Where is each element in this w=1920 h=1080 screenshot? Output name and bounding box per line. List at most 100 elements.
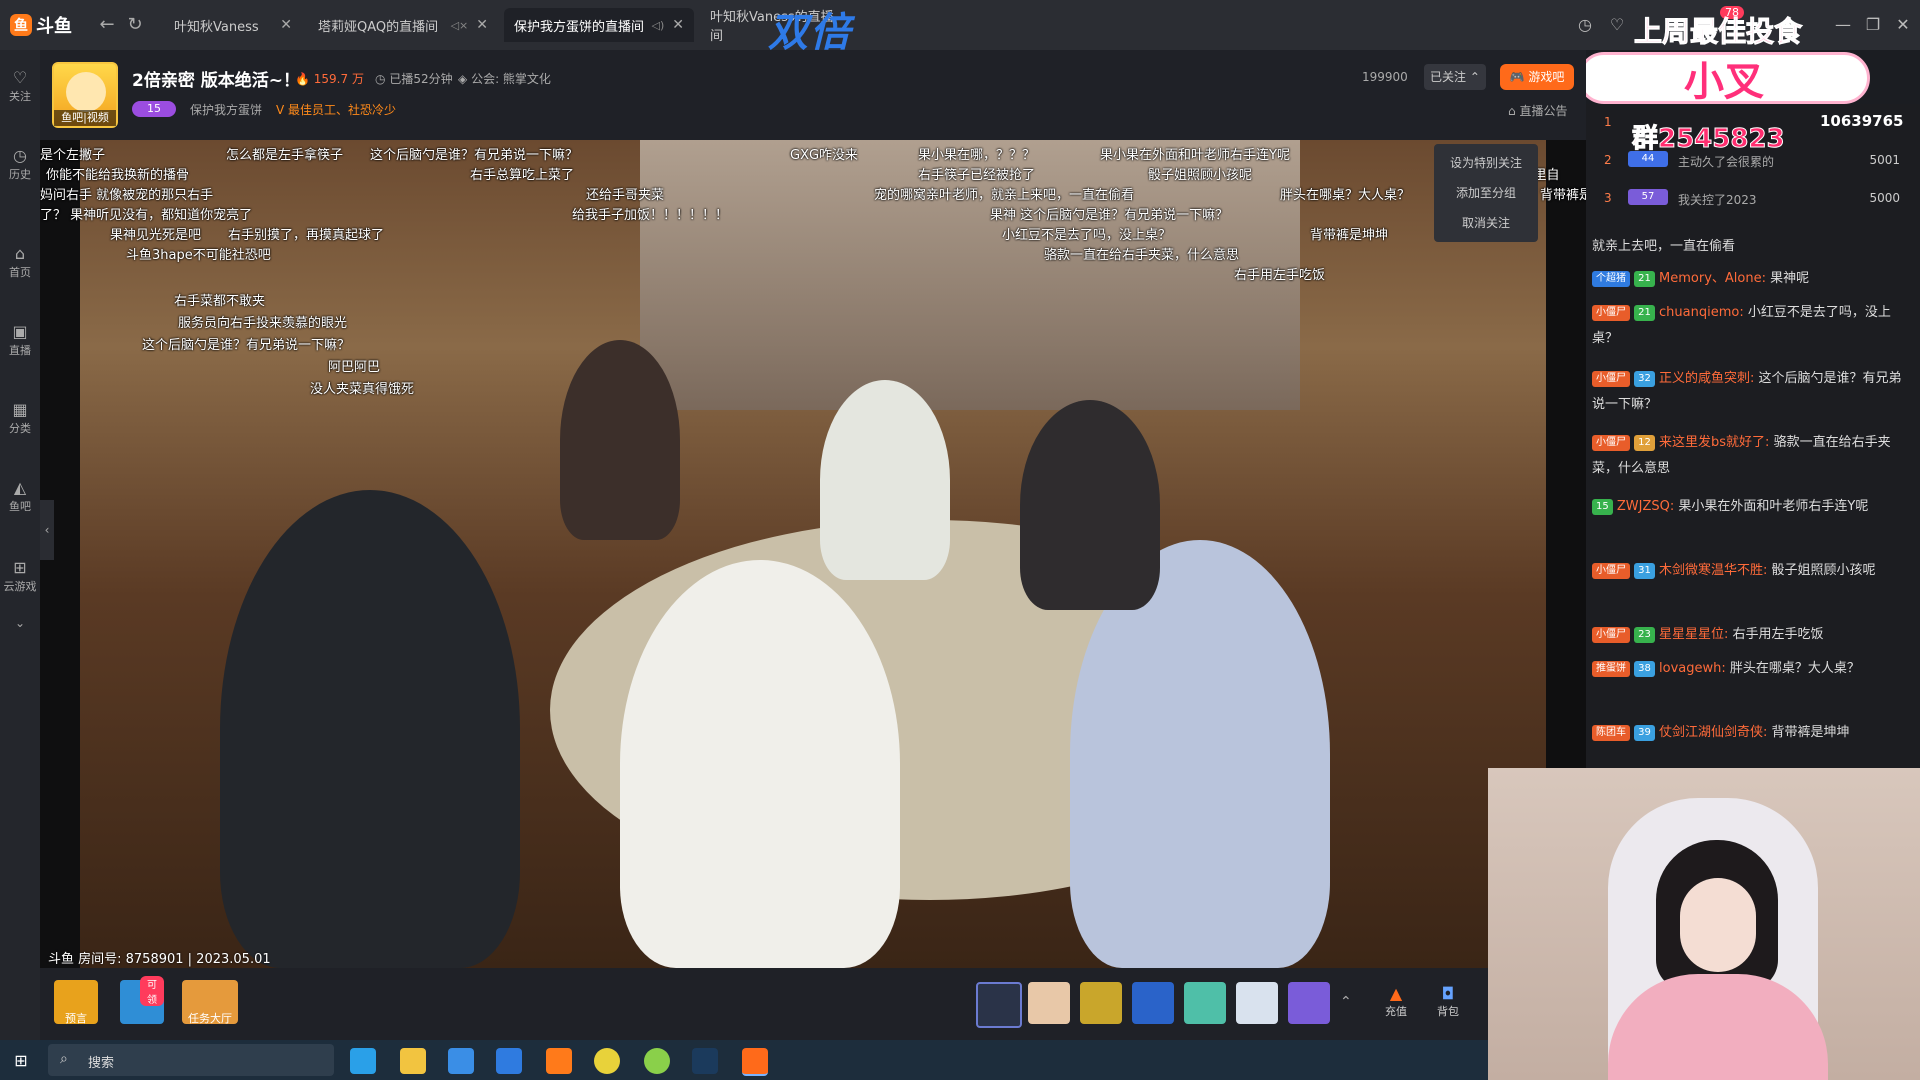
guild-info[interactable]: ◈ 公会: 熊掌文化 [458, 70, 551, 87]
file-explorer-icon[interactable] [400, 1048, 426, 1074]
history-icon[interactable]: ◷ [1574, 14, 1596, 36]
gift-item[interactable] [976, 982, 1022, 1028]
sidebar-item-label: 鱼吧 [9, 500, 31, 513]
menu-item-special-follow[interactable]: 设为特别关注 [1434, 148, 1538, 178]
fan-badge[interactable]: 小僵尸 [1592, 562, 1630, 579]
rank-number: 3 [1604, 191, 1612, 205]
username[interactable]: chuanqiemo: [1659, 305, 1744, 320]
username[interactable]: 仗剑江湖仙剑奇侠: [1659, 725, 1767, 740]
close-icon[interactable]: ✕ [476, 17, 488, 33]
danmaku-item: 宠的哪窝亲叶老师，就亲上来吧，一直在偷看 [874, 188, 1135, 203]
taskbar-search[interactable]: ⌕ 搜索 [48, 1044, 334, 1076]
prophecy-button[interactable]: 预言 [54, 980, 98, 1025]
danmaku-item: 右手筷子已经被抢了 [918, 168, 1036, 183]
room-title: 2倍亲密 版本绝活~！ [132, 71, 300, 91]
fan-badge[interactable]: 小僵尸 [1592, 434, 1630, 451]
edge-icon[interactable] [350, 1048, 376, 1074]
sidebar-item-category[interactable]: ▦ 分类 [0, 400, 40, 436]
app-icon[interactable] [644, 1048, 670, 1074]
tab-2[interactable]: 塔莉娅QAQ的直播间 ◁× ✕ [308, 8, 498, 42]
danmaku-item: 你能不能给我换新的播骨 [46, 168, 190, 183]
restore-icon[interactable]: ❐ [1862, 14, 1884, 36]
followed-button[interactable]: 已关注 ⌃ [1424, 64, 1486, 90]
fan-badge[interactable]: 陈团车 [1592, 724, 1630, 741]
chevron-up-icon[interactable]: ⌃ [1340, 994, 1352, 1010]
tab-3[interactable]: 保护我方蛋饼的直播间 ◁) ✕ [504, 8, 694, 42]
username[interactable]: 木剑微寒温华不胜: [1659, 563, 1767, 578]
task-hall-button[interactable]: 任务大厅 [182, 980, 238, 1025]
avatar[interactable]: 鱼吧|视频 [52, 62, 118, 128]
close-icon[interactable]: ✕ [672, 17, 684, 33]
fan-badge[interactable]: 个超猪 [1592, 270, 1630, 287]
sidebar-item-label: 关注 [9, 90, 31, 103]
sidebar-item-yuba[interactable]: ◭ 鱼吧 [0, 478, 40, 514]
gift-item[interactable] [1288, 982, 1330, 1024]
danmaku-item: 没人夹菜真得饿死 [310, 382, 415, 397]
douyu-client-icon[interactable] [742, 1048, 768, 1076]
chevron-down-icon[interactable]: ⌄ [0, 616, 40, 630]
close-window-icon[interactable]: ✕ [1892, 14, 1914, 36]
menu-item-unfollow[interactable]: 取消关注 [1434, 208, 1538, 238]
mute-icon[interactable]: ◁× [451, 19, 469, 32]
rank-row[interactable]: 1 群2545823 10639765 [1586, 104, 1920, 155]
fan-badge[interactable]: 小僵尸 [1592, 370, 1630, 387]
app-icon[interactable] [594, 1048, 620, 1074]
announcement-link[interactable]: ⌂ 直播公告 [1508, 102, 1567, 119]
recharge-button[interactable]: ▲ 充值 [1376, 984, 1416, 1019]
store-icon[interactable] [448, 1048, 474, 1074]
username[interactable]: 来这里发bs就好了: [1659, 435, 1769, 450]
gift-item[interactable] [1132, 982, 1174, 1024]
tab-1[interactable]: 叶知秋Vaness ✕ [164, 8, 302, 42]
menu-item-add-group[interactable]: 添加至分组 [1434, 178, 1538, 208]
fan-level-badge[interactable]: 15 [132, 101, 176, 117]
sidebar-item-follow[interactable]: ♡ 关注 [0, 68, 40, 104]
gift-item[interactable] [1184, 982, 1226, 1024]
sidebar-item-live[interactable]: ▣ 直播 [0, 322, 40, 358]
avatar-label[interactable]: 鱼吧|视频 [54, 110, 116, 126]
username[interactable]: 星星星星位: [1659, 627, 1728, 642]
danmaku-item: 了？ 果神听见没有，都知道你宠亮了 [40, 208, 253, 223]
fish-icon: ◭ [13, 478, 27, 497]
fan-badge[interactable]: 小僵尸 [1592, 304, 1630, 321]
mail-icon[interactable] [496, 1048, 522, 1074]
collapse-sidebar-button[interactable]: ‹ [40, 500, 54, 560]
username[interactable]: lovagewh: [1659, 661, 1726, 676]
game-bar-button[interactable]: 🎮 游戏吧 [1500, 64, 1574, 90]
played-time: ◷ 已播52分钟 [375, 70, 453, 87]
sidebar-item-home[interactable]: ⌂ 首页 [0, 244, 40, 280]
fan-badge[interactable]: 推蛋饼 [1592, 660, 1630, 677]
gamepad-icon: 🎮 [1509, 70, 1525, 84]
sidebar-item-cloud-game[interactable]: ⊞ 云游戏 [0, 558, 40, 594]
recharge-icon: ▲ [1389, 984, 1403, 1003]
speaker-icon[interactable]: ◁) [652, 19, 665, 32]
claim-gift-button[interactable]: 可领 [120, 976, 164, 1024]
title-bar: 鱼 斗鱼 ← ↻ 叶知秋Vaness ✕ 塔莉娅QAQ的直播间 ◁× ✕ 保护我… [0, 0, 1920, 56]
username[interactable]: Memory、Alone: [1659, 271, 1766, 286]
close-icon[interactable]: ✕ [280, 17, 292, 33]
danmaku-item: 还给手哥夹菜 [586, 188, 665, 203]
douyu-logo[interactable]: 鱼 斗鱼 [10, 10, 80, 40]
video-player[interactable]: 是个左撇子 怎么都是左手拿筷子 这个后脑勺是谁？有兄弟说一下嘛？ GXG咋没来 … [40, 140, 1586, 968]
heart-icon[interactable]: ♡ [1606, 14, 1628, 36]
refresh-icon[interactable]: ↻ [124, 14, 146, 36]
rank-number: 1 [1604, 115, 1612, 129]
minimize-icon[interactable]: — [1832, 14, 1854, 36]
played-text: 已播52分钟 [389, 72, 453, 86]
fan-badge[interactable]: 小僵尸 [1592, 626, 1630, 643]
backpack-button[interactable]: ◘ 背包 [1428, 984, 1468, 1019]
promo-title: 上周最佳投食 [1633, 15, 1803, 49]
message-text: 背带裤是坤坤 [1771, 725, 1850, 740]
douyu-app-icon[interactable] [546, 1048, 572, 1074]
username[interactable]: ZWJZSQ: [1617, 499, 1674, 514]
sidebar-item-history[interactable]: ◷ 历史 [0, 146, 40, 182]
danmaku-layer: 是个左撇子 怎么都是左手拿筷子 这个后脑勺是谁？有兄弟说一下嘛？ GXG咋没来 … [40, 140, 1586, 400]
back-icon[interactable]: ← [96, 14, 118, 36]
steam-icon[interactable] [692, 1048, 718, 1074]
windows-start-icon[interactable]: ⊞ [10, 1050, 32, 1072]
gift-item[interactable] [1028, 982, 1070, 1024]
username[interactable]: 正义的咸鱼突刺: [1659, 371, 1754, 386]
gift-item[interactable] [1236, 982, 1278, 1024]
rank-row[interactable]: 3 57 我关控了2023 5000 [1586, 180, 1920, 218]
gift-item[interactable] [1080, 982, 1122, 1024]
rank-row[interactable]: 2 44 主动久了会很累的 5001 [1586, 142, 1920, 180]
